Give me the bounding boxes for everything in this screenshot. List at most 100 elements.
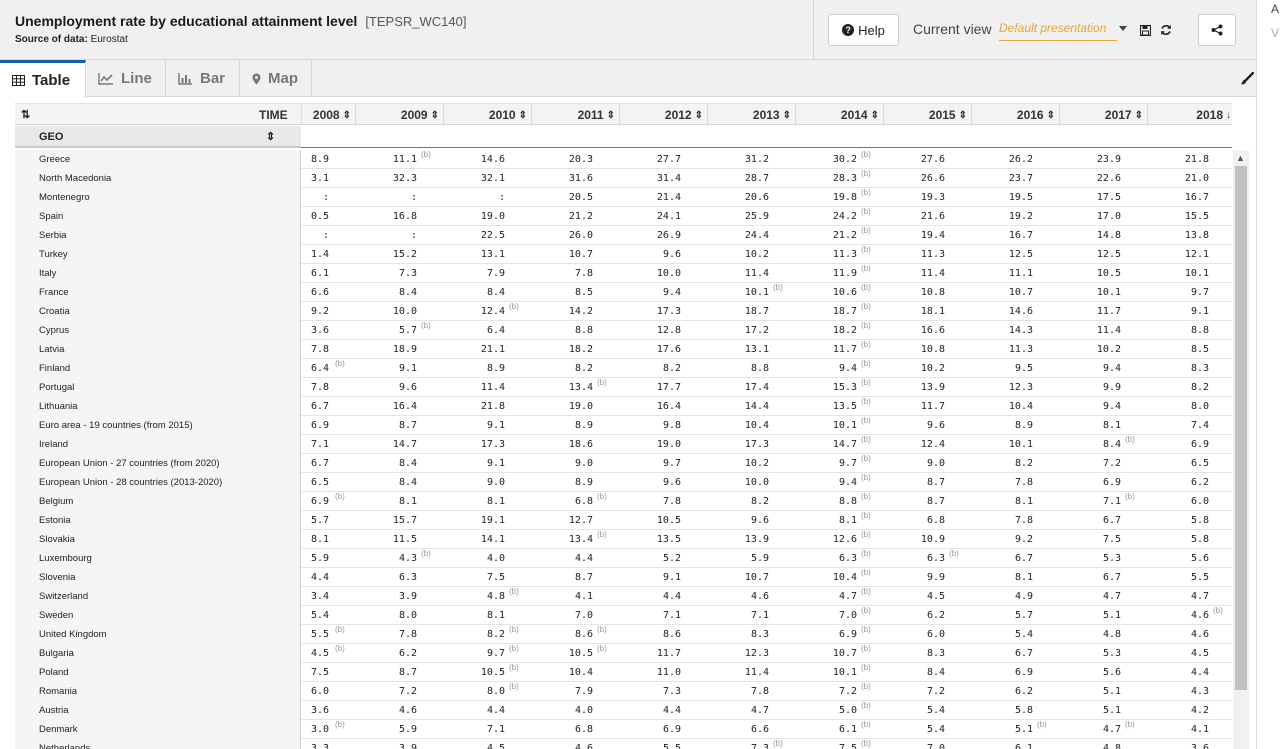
year-header-2013[interactable]: 2013 ⇕ xyxy=(707,104,795,126)
year-header-2010[interactable]: 2010 ⇕ xyxy=(443,104,531,126)
table-row: Euro area - 19 countries (from 2015) 6.9 8… xyxy=(15,416,1232,435)
cell-value: 15.2 xyxy=(392,249,417,260)
geo-name: Ireland xyxy=(15,435,301,454)
year-header-2014[interactable]: 2014 ⇕ xyxy=(795,104,883,126)
tab-map[interactable]: Map xyxy=(240,60,312,97)
break-flag: (b) xyxy=(509,587,519,596)
table-cell: 18.1 xyxy=(883,302,945,321)
cell-value: 6.9 xyxy=(310,420,329,431)
tab-line[interactable]: Line xyxy=(86,60,166,97)
table-cell: 8.7 xyxy=(355,416,417,435)
geo-name: Slovakia xyxy=(15,530,301,549)
sort-icon: ⇕ xyxy=(430,109,439,121)
table-cell: 28.7 xyxy=(707,169,769,188)
table-cell: 3.9 xyxy=(355,739,417,749)
year-header-2017[interactable]: 2017 ⇕ xyxy=(1059,104,1147,126)
swap-axes-icon[interactable]: ⇅ xyxy=(21,108,30,121)
sort-icon[interactable]: ⇕ xyxy=(266,130,275,143)
break-flag: (b) xyxy=(335,492,345,501)
caret-down-icon[interactable] xyxy=(1119,26,1127,31)
cell-value: 3.6 xyxy=(1190,743,1209,749)
table-cell: 7.8 xyxy=(531,264,593,283)
year-header-2012[interactable]: 2012 ⇕ xyxy=(619,104,707,126)
geo-name: Poland xyxy=(15,663,301,682)
table-cell: 7.5 xyxy=(443,568,505,587)
table-cell: 10.0 xyxy=(707,473,769,492)
year-header-2016[interactable]: 2016 ⇕ xyxy=(971,104,1059,126)
geo-name: Greece xyxy=(15,150,301,169)
current-view-select[interactable]: Default presentation xyxy=(999,21,1117,41)
cell-value: 4.5 xyxy=(310,648,329,659)
cell-value: 8.8 xyxy=(838,496,857,507)
geo-name: Spain xyxy=(15,207,301,226)
tab-table[interactable]: Table xyxy=(0,60,86,98)
table-cell: 7.8 xyxy=(971,473,1033,492)
source-value: Eurostat xyxy=(90,34,128,45)
table-cell: 4.5 xyxy=(299,644,329,663)
vertical-scrollbar[interactable]: ▲ xyxy=(1233,150,1249,749)
cell-value: 19.1 xyxy=(480,515,505,526)
cell-value: 8.7 xyxy=(398,667,417,678)
share-button[interactable] xyxy=(1198,14,1236,46)
cell-value: 8.9 xyxy=(1014,420,1033,431)
cell-value: 8.2 xyxy=(662,363,681,374)
table-cell: 32.1 xyxy=(443,169,505,188)
table-cell: 4.8 xyxy=(1059,625,1121,644)
sort-icon: ⇕ xyxy=(606,109,615,121)
year-header-2009[interactable]: 2009 ⇕ xyxy=(355,104,443,126)
cell-value: 13.1 xyxy=(480,249,505,260)
table-row: European Union - 27 countries (from 2020… xyxy=(15,454,1232,473)
table-cell: 8.4 xyxy=(883,663,945,682)
refresh-icon[interactable] xyxy=(1159,22,1173,38)
cell-value: 5.5 xyxy=(1190,572,1209,583)
cell-value: 13.8 xyxy=(1184,230,1209,241)
table-cell: 6.6 xyxy=(707,720,769,739)
table-cell: 5.6 xyxy=(1059,663,1121,682)
break-flag: (b) xyxy=(773,739,783,748)
table-cell: 10.8 xyxy=(883,283,945,302)
table-cell: 5.8 xyxy=(1147,511,1209,530)
table-cell: 4.4 xyxy=(531,549,593,568)
cell-value: 6.1 xyxy=(310,268,329,279)
cell-value: 9.9 xyxy=(1102,382,1121,393)
cell-value: 6.3 xyxy=(398,572,417,583)
year-header-2018[interactable]: 2018 ↓ xyxy=(1147,104,1235,126)
table-cell: 4.2 xyxy=(1147,701,1209,720)
table-cell: 6.7 xyxy=(299,454,329,473)
year-header-2011[interactable]: 2011 ⇕ xyxy=(531,104,619,126)
table-cell: 19.1 xyxy=(443,511,505,530)
scrollbar-thumb[interactable] xyxy=(1235,166,1247,690)
year-header-2015[interactable]: 2015 ⇕ xyxy=(883,104,971,126)
cell-value: 10.2 xyxy=(920,363,945,374)
table-cell: 9.0 xyxy=(883,454,945,473)
table-cell: 8.9 xyxy=(299,150,329,169)
table-cell: 6.2 xyxy=(883,606,945,625)
table-cell: 5.9 xyxy=(299,549,329,568)
tab-bar[interactable]: Bar xyxy=(166,60,240,97)
table-cell: 7.0 xyxy=(883,739,945,749)
table-cell: 13.1 xyxy=(443,245,505,264)
break-flag: (b) xyxy=(861,492,871,501)
table-cell: 3.1 xyxy=(299,169,329,188)
help-button[interactable]: ? Help xyxy=(828,14,899,46)
year-header-2008[interactable]: 2008 ⇕ xyxy=(301,104,355,126)
table-cell: 6.9 xyxy=(1147,435,1209,454)
table-cell: 6.9 xyxy=(1059,473,1121,492)
cell-value: 11.9 xyxy=(832,268,857,279)
table-cell: 4.1 xyxy=(1147,720,1209,739)
table-cell: 7.2 xyxy=(355,682,417,701)
cell-value: 12.6 xyxy=(832,534,857,545)
table-row: Sweden 5.4 8.0 8.1 7.0 7.1 7.1 7.0 (b) 6.2 5.7 5.1 4… xyxy=(15,606,1232,625)
table-icon xyxy=(12,75,25,86)
cell-value: 8.3 xyxy=(1190,363,1209,374)
table-row: Cyprus 3.6 5.7 (b) 6.4 8.8 12.8 17.2 18.2 (b) 16.6… xyxy=(15,321,1232,340)
table-cell: 4.4 xyxy=(619,701,681,720)
table-cell: 27.7 xyxy=(619,150,681,169)
cell-value: 3.9 xyxy=(398,591,417,602)
paintbrush-icon[interactable] xyxy=(1240,71,1255,91)
table-cell: 6.3 xyxy=(883,549,945,568)
scroll-up-icon[interactable]: ▲ xyxy=(1236,153,1245,163)
break-flag: (b) xyxy=(1213,606,1223,615)
save-icon[interactable] xyxy=(1138,22,1152,38)
cell-value: 4.3 xyxy=(398,553,417,564)
